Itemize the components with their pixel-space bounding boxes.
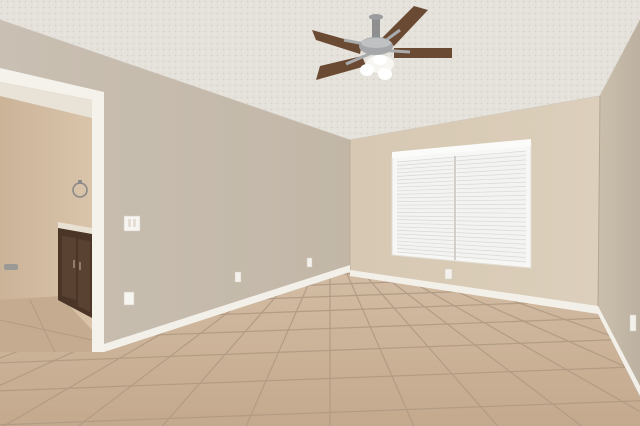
outlet-right-wall (629, 314, 637, 332)
tissue-holder (4, 264, 18, 270)
bathroom-doorway[interactable] (0, 68, 104, 353)
room-illustration (0, 0, 640, 426)
window-with-blinds[interactable] (391, 139, 532, 269)
outlet-back-wall-2 (306, 257, 313, 268)
light-switch[interactable] (123, 215, 141, 232)
outlet-left-wall (123, 291, 135, 306)
outlet-left-wall-2 (234, 271, 242, 283)
room-photo (0, 0, 640, 426)
outlet-back-wall (444, 268, 453, 280)
